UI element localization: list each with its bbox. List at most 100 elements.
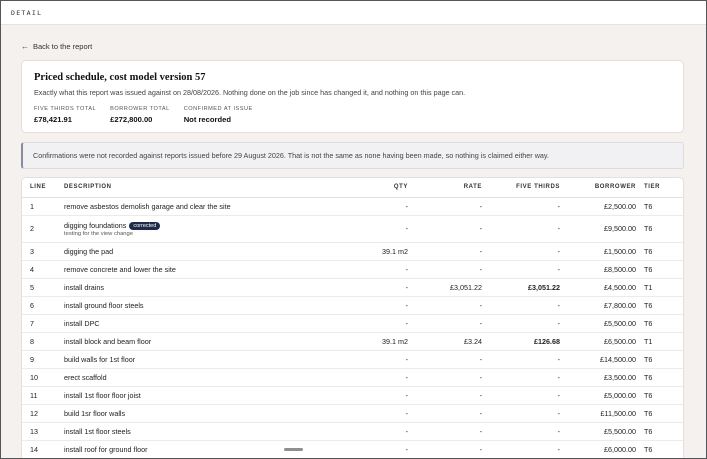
cell-qty: - (314, 296, 408, 315)
cell-description: install DPC (64, 314, 314, 333)
cell-qty: - (314, 422, 408, 441)
table-row: 6 install ground floor steels - - - £7,800.00… (22, 296, 683, 315)
cell-tier: T6 (636, 368, 683, 387)
description-text: erect scaffold (64, 372, 107, 382)
cell-five-thirds: - (482, 242, 560, 261)
cell-qty: 39.1 m2 (314, 242, 408, 261)
cell-description: build 1sr floor walls (64, 404, 314, 423)
cell-borrower: £7,800.00 (560, 296, 636, 315)
cell-tier: T6 (636, 197, 683, 216)
col-header-five-thirds: FIVE THIRDS (482, 178, 560, 198)
cell-description: install block and beam floor (64, 332, 314, 351)
stat-value: £78,421.91 (34, 115, 73, 124)
cell-qty: - (314, 314, 408, 333)
cell-tier: T1 (636, 332, 683, 351)
cell-tier: T6 (636, 242, 683, 261)
description-text: build walls for 1st floor (64, 354, 136, 364)
table-row: 9 build walls for 1st floor - - - £14,500.00 T… (22, 350, 683, 369)
description-text: install ground floor steels (64, 300, 144, 310)
description-text: digging the pad (64, 246, 114, 256)
priced-schedule-table: LINE DESCRIPTION QTY RATE FIVE THIRDS BO… (21, 177, 684, 458)
cell-description: remove asbestos demolish garage and clea… (64, 197, 314, 216)
cell-five-thirds: - (482, 197, 560, 216)
description-text: install roof for ground floor (64, 444, 148, 454)
cell-line: 12 (22, 404, 64, 423)
cell-line: 3 (22, 242, 64, 261)
cell-qty: - (314, 197, 408, 216)
cell-line: 10 (22, 368, 64, 387)
row-note: testing for the view change (64, 230, 133, 237)
cell-five-thirds: - (482, 368, 560, 387)
table-row: 4 remove concrete and lower the site - - - £8… (22, 260, 683, 279)
cell-tier: T6 (636, 404, 683, 423)
back-link-label: Back to the report (33, 42, 93, 51)
cell-qty: - (314, 260, 408, 279)
cell-rate: - (408, 197, 482, 216)
cell-rate: - (408, 422, 482, 441)
cell-tier: T6 (636, 296, 683, 315)
stat-value: Not recorded (183, 115, 231, 124)
cell-five-thirds: - (482, 215, 560, 243)
cell-five-thirds: £3,051.22 (482, 278, 560, 297)
stat-borrower-total: BORROWER TOTAL £272,800.00 (110, 106, 170, 124)
table-row: 14 install roof for ground floor - - - £6,000… (22, 440, 683, 458)
cell-tier: T6 (636, 440, 683, 458)
cell-borrower: £5,000.00 (560, 386, 636, 405)
cell-borrower: £5,500.00 (560, 314, 636, 333)
cell-qty: - (314, 278, 408, 297)
cell-rate: - (408, 368, 482, 387)
cell-borrower: £14,500.00 (560, 350, 636, 369)
arrow-left-icon: ← (21, 42, 29, 51)
description-text: remove concrete and lower the site (64, 264, 176, 274)
description-text: install 1st floor floor joist (64, 390, 141, 400)
table-row: 1 remove asbestos demolish garage and cle… (22, 197, 683, 216)
cell-line: 13 (22, 422, 64, 441)
col-header-description: DESCRIPTION (64, 178, 314, 198)
cell-borrower: £3,500.00 (560, 368, 636, 387)
cell-five-thirds: - (482, 386, 560, 405)
cell-description: digging the pad (64, 242, 314, 261)
page-subtitle: Exactly what this report was issued agai… (34, 88, 466, 97)
stat-value: £272,800.00 (110, 115, 153, 124)
summary-stats: FIVE THIRDS TOTAL £78,421.91 BORROWER TO… (34, 106, 671, 124)
table-row: 8 install block and beam floor 39.1 m2 £3.2… (22, 332, 683, 351)
cell-line: 2 (22, 215, 64, 243)
table-row: 5 install drains - £3,051.22 £3,051.22 £4,500… (22, 278, 683, 297)
stat-confirmed-at-issue: CONFIRMED AT ISSUE Not recorded (184, 106, 253, 124)
cell-qty: - (314, 440, 408, 458)
table-row: 10 erect scaffold - - - £3,500.00 T6 (22, 368, 683, 387)
back-to-report-link[interactable]: ← Back to the report (21, 42, 92, 51)
summary-card: Priced schedule, cost model version 57 E… (21, 60, 684, 133)
cell-five-thirds: - (482, 314, 560, 333)
page-title: Priced schedule, cost model version 57 (34, 72, 206, 83)
cell-rate: - (408, 242, 482, 261)
cell-line: 1 (22, 197, 64, 216)
cell-description: erect scaffold (64, 368, 314, 387)
cell-qty: - (314, 368, 408, 387)
table-row: 7 install DPC - - - £5,500.00 T6 (22, 314, 683, 333)
table-row: 13 install 1st floor steels - - - £5,500.00 T6 (22, 422, 683, 441)
cell-line: 5 (22, 278, 64, 297)
cell-tier: T6 (636, 215, 683, 243)
horizontal-scrollbar[interactable] (284, 448, 303, 451)
cell-five-thirds: - (482, 440, 560, 458)
cell-line: 6 (22, 296, 64, 315)
corrected-badge: corrected (129, 221, 161, 230)
cell-description: remove concrete and lower the site (64, 260, 314, 279)
cell-five-thirds: - (482, 350, 560, 369)
cell-five-thirds: - (482, 260, 560, 279)
description-text: install DPC (64, 318, 100, 328)
confirmation-notice: Confirmations were not recorded against … (21, 142, 684, 169)
col-header-rate: RATE (408, 178, 482, 198)
cell-rate: - (408, 440, 482, 458)
cell-line: 4 (22, 260, 64, 279)
cell-qty: - (314, 386, 408, 405)
col-header-qty: QTY (314, 178, 408, 198)
cell-rate: - (408, 350, 482, 369)
cell-qty: - (314, 215, 408, 243)
cell-five-thirds: - (482, 404, 560, 423)
description-text: install 1st floor steels (64, 426, 131, 436)
description-text: install drains (64, 282, 104, 292)
cell-description: install roof for ground floor (64, 440, 314, 458)
cell-borrower: £11,500.00 (560, 404, 636, 423)
